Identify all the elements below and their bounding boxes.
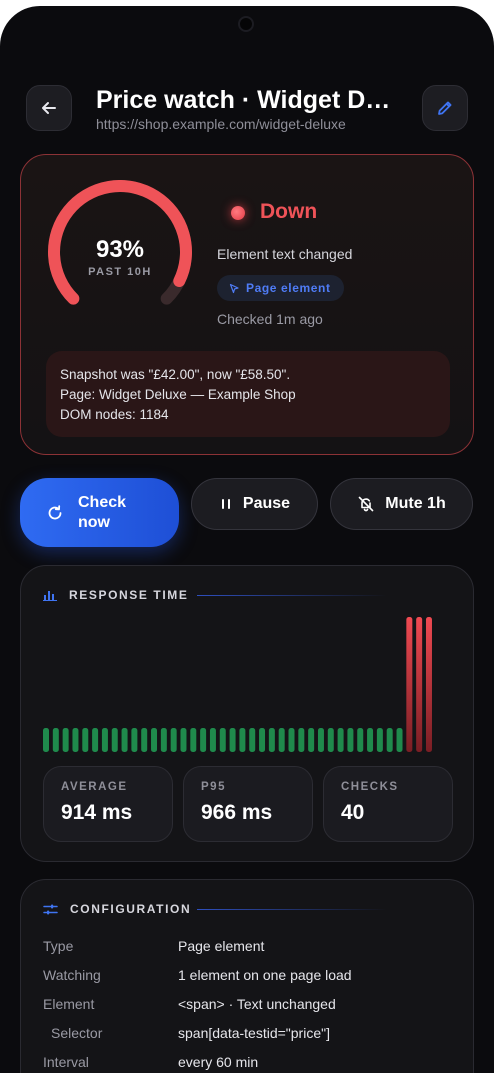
mute-button[interactable]: Mute 1h bbox=[330, 478, 473, 530]
last-checked: Checked 1m ago bbox=[217, 311, 323, 327]
mute-label: Mute 1h bbox=[385, 495, 446, 512]
response-bar-failed bbox=[416, 617, 423, 752]
response-bar bbox=[219, 728, 226, 752]
response-bar bbox=[111, 728, 118, 752]
response-bar bbox=[52, 728, 59, 752]
status-label: Down bbox=[260, 200, 318, 223]
pause-button[interactable]: Pause bbox=[191, 478, 318, 530]
config-value: 1 element on one page load bbox=[178, 967, 352, 983]
monitor-type-chip: Page element bbox=[217, 275, 344, 301]
check-now-label: Check now bbox=[78, 493, 127, 531]
snapshot-line: Page: Widget Deluxe — Example Shop bbox=[60, 387, 296, 402]
response-bar bbox=[229, 728, 236, 752]
response-bar bbox=[249, 728, 256, 752]
config-key: Type bbox=[43, 938, 74, 954]
status-card: 93% PAST 10H Down Element text changed P… bbox=[20, 154, 474, 455]
snapshot-line: DOM nodes: 1184 bbox=[60, 407, 169, 422]
pause-label: Pause bbox=[242, 495, 291, 512]
check-now-button[interactable]: Check now bbox=[20, 478, 179, 547]
configuration-title: CONFIGURATION bbox=[70, 902, 192, 916]
configuration-card: CONFIGURATION Type Page element Watching… bbox=[20, 879, 474, 1073]
header-divider bbox=[197, 909, 387, 910]
back-button[interactable] bbox=[26, 85, 72, 131]
response-bar bbox=[308, 728, 315, 752]
response-bar-failed bbox=[406, 617, 413, 752]
response-bar bbox=[386, 728, 393, 752]
response-bar bbox=[200, 728, 207, 752]
config-key: Interval bbox=[43, 1054, 89, 1070]
snapshot-diff-box: Snapshot was "£42.00", now "£58.50". Pag… bbox=[46, 351, 450, 437]
response-bar bbox=[170, 728, 177, 752]
status-reason: Element text changed bbox=[217, 246, 353, 262]
response-bar bbox=[288, 728, 295, 752]
response-bar bbox=[259, 728, 266, 752]
response-bar bbox=[268, 728, 275, 752]
response-bar bbox=[190, 728, 197, 752]
response-bar bbox=[121, 728, 128, 752]
stat-value: 966 ms bbox=[201, 801, 273, 824]
response-bar bbox=[327, 728, 334, 752]
phone-screen: Price watch · Widget Deluxe https://shop… bbox=[0, 6, 494, 1073]
config-key: Selector bbox=[51, 1025, 103, 1041]
config-key: Watching bbox=[43, 967, 101, 983]
stat-label: CHECKS bbox=[341, 781, 399, 793]
uptime-window: PAST 10H bbox=[88, 266, 152, 278]
response-bar bbox=[239, 728, 246, 752]
response-bar bbox=[367, 728, 374, 752]
response-bar bbox=[317, 728, 324, 752]
snapshot-line: Snapshot was "£42.00", now "£58.50". bbox=[60, 367, 291, 382]
response-bar bbox=[43, 728, 49, 752]
bell-off-icon bbox=[358, 496, 374, 512]
sliders-icon bbox=[43, 904, 58, 914]
stat-average: AVERAGE 914 ms bbox=[43, 766, 173, 842]
response-bar bbox=[92, 728, 99, 752]
response-bar bbox=[101, 728, 108, 752]
response-bar bbox=[376, 728, 383, 752]
chip-label: Page element bbox=[246, 281, 331, 295]
response-time-bars bbox=[43, 617, 432, 752]
stat-label: AVERAGE bbox=[61, 781, 128, 793]
response-bar bbox=[357, 728, 364, 752]
status-indicator-dot bbox=[231, 206, 245, 220]
arrow-left-icon bbox=[42, 102, 56, 114]
response-bar bbox=[131, 728, 138, 752]
page-title: Price watch · Widget Deluxe bbox=[96, 86, 396, 114]
stat-checks: CHECKS 40 bbox=[323, 766, 453, 842]
response-bar bbox=[278, 728, 285, 752]
stat-value: 914 ms bbox=[61, 801, 133, 824]
response-bar bbox=[72, 728, 79, 752]
stat-label: P95 bbox=[201, 781, 226, 793]
response-bar bbox=[151, 728, 158, 752]
config-value: span[data-testid="price"] bbox=[178, 1025, 330, 1041]
cursor-icon bbox=[229, 283, 239, 293]
response-bar bbox=[82, 728, 89, 752]
configuration-header: CONFIGURATION bbox=[43, 902, 191, 916]
monitor-url: https://shop.example.com/widget-deluxe bbox=[96, 116, 346, 132]
stat-value: 40 bbox=[341, 801, 365, 824]
response-time-card: RESPONSE TIME AVERAGE 914 ms P95 966 ms … bbox=[20, 565, 474, 862]
response-bar bbox=[141, 728, 148, 752]
pause-icon bbox=[221, 499, 230, 509]
config-key: Element bbox=[43, 996, 95, 1012]
response-bar bbox=[209, 728, 216, 752]
response-bar bbox=[62, 728, 69, 752]
stat-p95: P95 966 ms bbox=[183, 766, 313, 842]
response-bar bbox=[298, 728, 305, 752]
refresh-icon bbox=[48, 504, 62, 519]
edit-button[interactable] bbox=[422, 85, 468, 131]
response-bar bbox=[160, 728, 167, 752]
front-camera bbox=[238, 16, 254, 32]
response-bar bbox=[396, 728, 403, 752]
response-bar bbox=[180, 728, 187, 752]
response-bar-failed bbox=[425, 617, 432, 752]
uptime-gauge: 93% PAST 10H bbox=[43, 180, 197, 320]
config-value: every 60 min bbox=[178, 1054, 259, 1070]
config-value: Page element bbox=[178, 938, 265, 954]
config-value: <span> · Text unchanged bbox=[178, 996, 336, 1012]
response-bar bbox=[347, 728, 354, 752]
uptime-percent: 93% bbox=[95, 236, 145, 263]
response-bar bbox=[337, 728, 344, 752]
pencil-icon bbox=[438, 101, 452, 115]
